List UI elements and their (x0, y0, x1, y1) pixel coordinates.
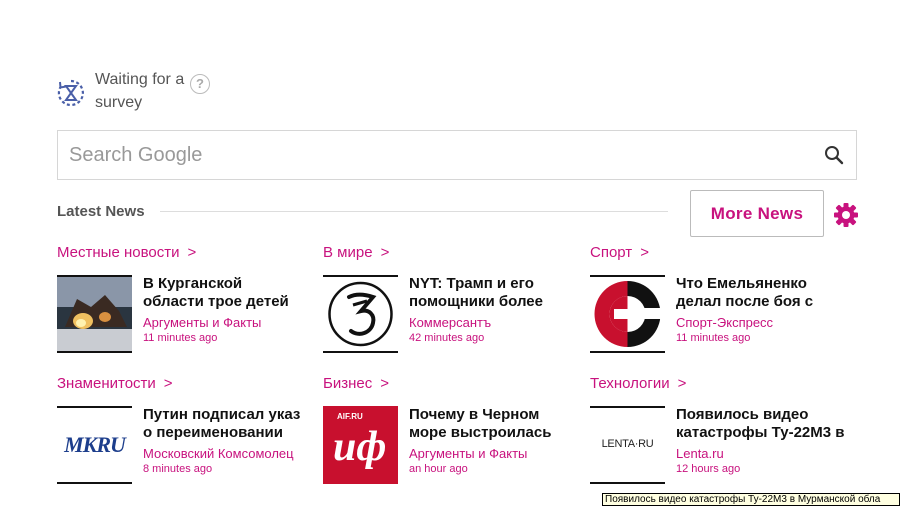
search-icon[interactable] (824, 145, 844, 165)
news-item[interactable]: MKRU Путин подписал указ о переименовании… (57, 406, 317, 486)
category-sport[interactable]: Спорт > (590, 244, 649, 261)
news-time: 12 hours ago (676, 463, 741, 475)
sport-express-logo (590, 277, 665, 351)
news-time: an hour ago (409, 463, 468, 475)
aif-logo: AIF.RU иф (323, 406, 398, 484)
news-headline[interactable]: В Курганской области трое детей (143, 275, 313, 311)
news-thumbnail: LENTA·RU (590, 406, 665, 484)
news-time: 11 minutes ago (676, 332, 751, 344)
hourglass-timer-icon (57, 79, 84, 107)
category-technology[interactable]: Технологии > (590, 375, 686, 392)
news-thumbnail: MKRU (57, 406, 132, 484)
news-thumbnail (323, 275, 398, 353)
news-source: Спорт-Экспресс (676, 315, 774, 330)
news-source: Коммерсантъ (409, 315, 492, 330)
news-headline[interactable]: NYT: Трамп и его помощники более (409, 275, 579, 311)
category-world[interactable]: В мире > (323, 244, 389, 261)
news-source: Московский Комсомолец (143, 446, 294, 461)
survey-text: Waiting for a survey (95, 71, 185, 111)
survey-status: Waiting for a survey ? (56, 68, 210, 114)
news-headline[interactable]: Что Емельяненко делал после боя с (676, 275, 846, 311)
news-time: 8 minutes ago (143, 463, 213, 475)
more-news-button[interactable]: More News (690, 190, 824, 237)
news-source: Аргументы и Факты (143, 315, 262, 330)
news-headline[interactable]: Путин подписал указ о переименовании (143, 406, 313, 442)
news-headline[interactable]: Появилось видео катастрофы Ту-22М3 в (676, 406, 846, 442)
help-icon[interactable]: ? (190, 74, 210, 94)
search-box (57, 130, 857, 180)
divider (160, 211, 668, 212)
gear-icon[interactable] (833, 202, 859, 228)
latest-news-title: Latest News (57, 203, 145, 220)
news-thumbnail (57, 275, 132, 353)
search-input[interactable] (58, 131, 808, 179)
news-item[interactable]: AIF.RU иф Почему в Черном море выстроилас… (323, 406, 583, 486)
news-thumbnail (590, 275, 665, 353)
headline-tooltip: Появилось видео катастрофы Ту-22М3 в Мур… (602, 493, 900, 506)
news-headline[interactable]: Почему в Черном море выстроилась (409, 406, 579, 442)
category-celebrities[interactable]: Знаменитости > (57, 375, 173, 392)
news-time: 42 minutes ago (409, 332, 485, 344)
news-item[interactable]: LENTA·RU Появилось видео катастрофы Ту-22… (590, 406, 850, 486)
news-item[interactable]: Что Емельяненко делал после боя с Спорт-Э… (590, 275, 850, 355)
category-local-news[interactable]: Местные новости > (57, 244, 196, 261)
news-source: Lenta.ru (676, 446, 724, 461)
mk-logo: MKRU (64, 432, 126, 457)
news-thumbnail: AIF.RU иф (323, 406, 398, 484)
lenta-logo: LENTA·RU (601, 438, 654, 450)
news-item[interactable]: В Курганской области трое детей Аргументы… (57, 275, 317, 355)
news-source: Аргументы и Факты (409, 446, 528, 461)
news-item[interactable]: NYT: Трамп и его помощники более Коммерса… (323, 275, 583, 355)
category-business[interactable]: Бизнес > (323, 375, 389, 392)
kommersant-logo (323, 277, 398, 351)
fire-photo (57, 277, 132, 351)
news-time: 11 minutes ago (143, 332, 218, 344)
